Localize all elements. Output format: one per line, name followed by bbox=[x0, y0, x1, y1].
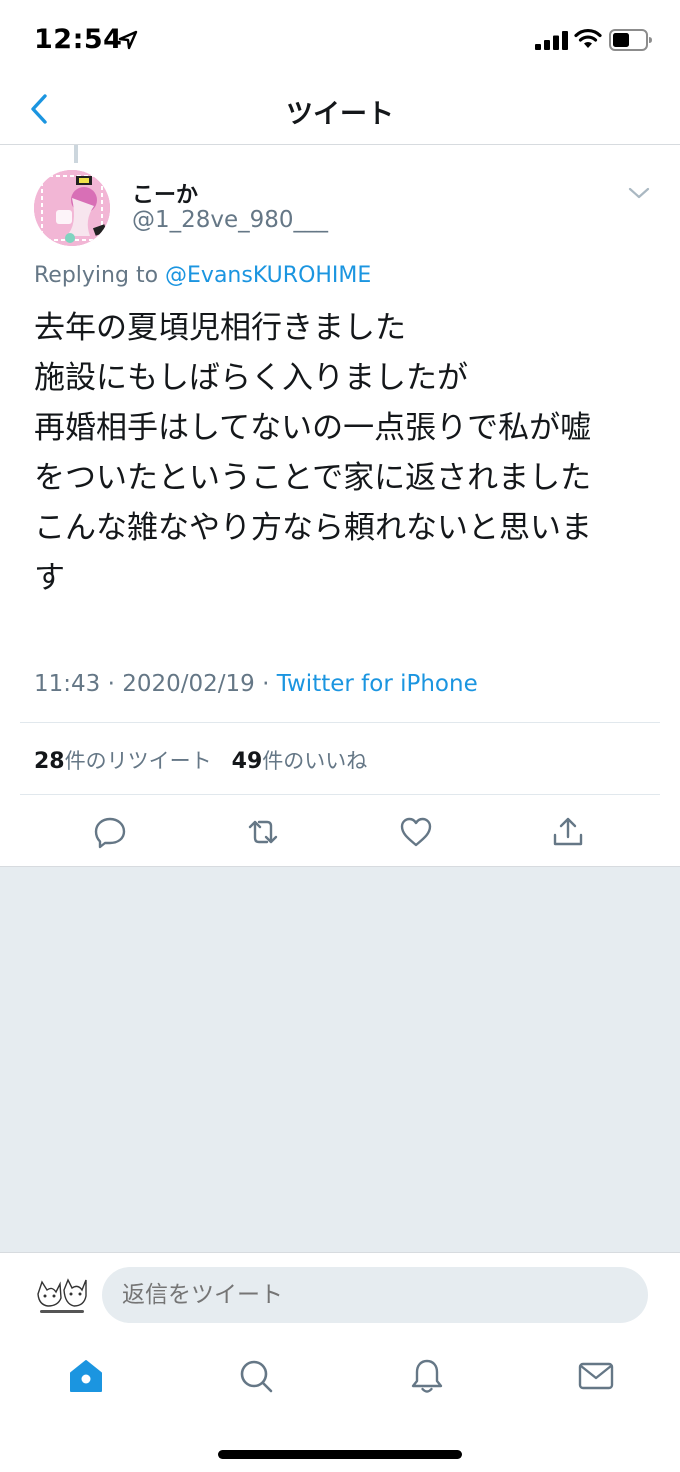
like-stat[interactable]: 49件のいいね bbox=[231, 749, 368, 774]
like-label: 件のいいね bbox=[262, 749, 368, 773]
tweet-text-line: こんな雑なやり方なら頼れないと思いま bbox=[34, 510, 592, 546]
tweet-text-line: をついたということで家に返されました bbox=[34, 460, 592, 496]
home-indicator[interactable] bbox=[218, 1450, 462, 1459]
retweet-count: 28 bbox=[34, 749, 65, 774]
tweet-time: 11:43 bbox=[34, 671, 101, 697]
chevron-down-icon[interactable] bbox=[626, 184, 652, 202]
search-icon bbox=[240, 1360, 273, 1393]
tab-notifications[interactable] bbox=[405, 1354, 449, 1398]
like-count: 49 bbox=[231, 749, 263, 774]
wifi-icon bbox=[574, 28, 602, 48]
meta-separator: · bbox=[107, 671, 115, 697]
tweet-source-link[interactable]: Twitter for iPhone bbox=[277, 671, 478, 697]
tweet-meta: 11:43 · 2020/02/19 · Twitter for iPhone bbox=[34, 671, 478, 697]
divider bbox=[20, 722, 660, 723]
replying-to: Replying to @EvansKUROHIME bbox=[34, 263, 371, 288]
thread-connector bbox=[74, 145, 78, 163]
display-name[interactable]: こーか bbox=[132, 177, 198, 209]
reply-icon bbox=[94, 817, 126, 849]
tweet-stats: 28件のリツイート 49件のいいね bbox=[34, 745, 367, 775]
messages-icon bbox=[578, 1362, 614, 1390]
user-handle[interactable]: @1_28ve_980___ bbox=[132, 207, 328, 233]
avatar[interactable] bbox=[34, 170, 110, 246]
share-icon bbox=[553, 817, 583, 846]
battery-icon bbox=[609, 29, 652, 51]
tweet-date: 2020/02/19 bbox=[122, 671, 255, 697]
nav-divider bbox=[0, 144, 680, 145]
user-avatar-icon[interactable] bbox=[34, 1274, 90, 1316]
retweet-label: 件のリツイート bbox=[64, 749, 212, 773]
tweet-text-line: 去年の夏頃児相行きました bbox=[34, 310, 406, 346]
reply-mention-link[interactable]: @EvansKUROHIME bbox=[165, 263, 371, 288]
cellular-signal-icon bbox=[535, 31, 568, 50]
tab-search[interactable] bbox=[234, 1354, 278, 1398]
notifications-icon bbox=[411, 1359, 443, 1393]
location-arrow-icon bbox=[118, 30, 138, 50]
meta-separator: · bbox=[262, 671, 270, 697]
share-button[interactable] bbox=[548, 812, 588, 852]
tweet-text: 去年の夏頃児相行きました 施設にもしばらく入りましたが 再婚相手はしてないの一点… bbox=[34, 303, 654, 603]
status-time: 12:54 bbox=[34, 24, 123, 55]
divider bbox=[20, 794, 660, 795]
tweet-text-line: 施設にもしばらく入りましたが bbox=[34, 360, 468, 396]
page-title: ツイート bbox=[286, 99, 394, 130]
tab-messages[interactable] bbox=[574, 1354, 618, 1398]
tweet-text-line: 再婚相手はしてないの一点張りで私が嘘 bbox=[34, 410, 592, 446]
avatar-image bbox=[34, 170, 110, 246]
back-button[interactable] bbox=[22, 90, 56, 128]
retweet-icon bbox=[248, 820, 278, 844]
retweet-button[interactable] bbox=[243, 812, 283, 852]
replying-prefix: Replying to bbox=[34, 263, 159, 288]
like-icon bbox=[400, 817, 432, 847]
empty-replies-area bbox=[0, 866, 680, 1253]
chevron-left-icon bbox=[31, 94, 47, 124]
home-icon bbox=[70, 1360, 102, 1392]
tweet-text-line: す bbox=[34, 560, 65, 596]
retweet-stat[interactable]: 28件のリツイート bbox=[34, 749, 212, 774]
reply-button[interactable] bbox=[90, 812, 130, 852]
like-button[interactable] bbox=[396, 812, 436, 852]
reply-input[interactable] bbox=[102, 1267, 648, 1323]
tab-home[interactable] bbox=[64, 1354, 108, 1398]
